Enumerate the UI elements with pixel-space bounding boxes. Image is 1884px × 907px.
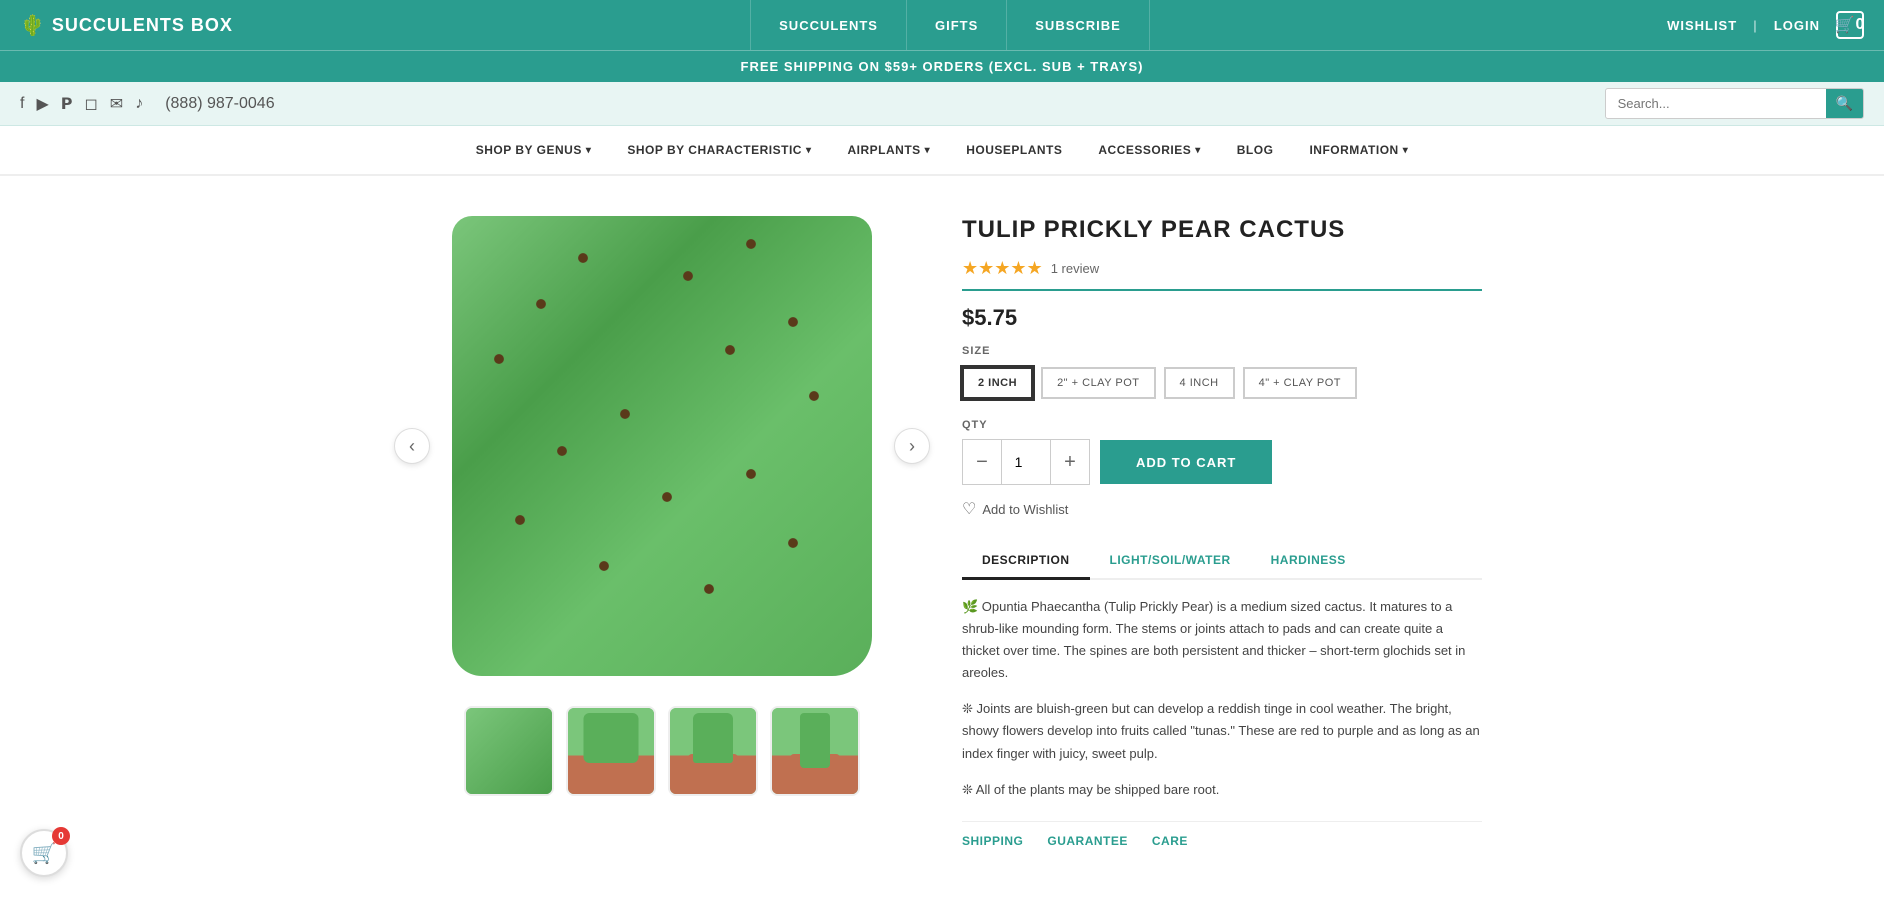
menu-gifts[interactable]: GIFTS — [907, 0, 1007, 50]
chevron-down-icon: ▾ — [586, 145, 592, 156]
instagram-icon[interactable]: ◻ — [85, 94, 98, 114]
rating-divider — [962, 289, 1482, 291]
rating-row: ★★★★★ 1 review — [962, 258, 1482, 279]
size-options: 2 INCH 2" + CLAY POT 4 INCH 4" + CLAY PO… — [962, 367, 1482, 399]
wishlist-link[interactable]: WISHLIST — [1667, 18, 1737, 33]
main-content: ‹ › — [342, 176, 1542, 878]
bottom-tab-shipping[interactable]: SHIPPING — [962, 834, 1023, 848]
tiktok-icon[interactable]: ♪ — [135, 95, 143, 113]
thumbnail-row — [402, 706, 922, 796]
product-price: $5.75 — [962, 305, 1482, 331]
next-image-arrow[interactable]: › — [894, 428, 930, 464]
product-tabs: DESCRIPTION LIGHT/SOIL/WATER HARDINESS — [962, 543, 1482, 580]
main-image-wrapper: ‹ › — [402, 206, 922, 686]
social-icons: f ▶ 𝗣 ◻ ✉ ♪ (888) 987-0046 — [20, 94, 275, 114]
quantity-control: − + — [962, 439, 1090, 485]
sub-navigation: SHOP BY GENUS ▾ SHOP BY CHARACTERISTIC ▾… — [0, 126, 1884, 176]
tab-description[interactable]: DESCRIPTION — [962, 543, 1090, 580]
heart-icon: ♡ — [962, 499, 976, 519]
divider: | — [1753, 18, 1758, 33]
chevron-down-icon: ▾ — [806, 145, 812, 156]
desc-para-2: ❊ Joints are bluish-green but can develo… — [962, 698, 1482, 764]
thumbnail-1[interactable] — [464, 706, 554, 796]
size-option-4inch-clay[interactable]: 4" + CLAY POT — [1243, 367, 1357, 399]
youtube-icon[interactable]: ▶ — [36, 94, 48, 114]
thumbnail-4[interactable] — [770, 706, 860, 796]
prev-image-arrow[interactable]: ‹ — [394, 428, 430, 464]
search-input[interactable] — [1606, 90, 1826, 117]
subnav-shop-by-characteristic[interactable]: SHOP BY CHARACTERISTIC ▾ — [609, 125, 829, 175]
bottom-tab-guarantee[interactable]: GUARANTEE — [1047, 834, 1128, 848]
floating-cart-button[interactable]: 🛒 0 — [20, 829, 68, 877]
product-gallery: ‹ › — [402, 206, 922, 848]
bottom-tab-care[interactable]: CARE — [1152, 834, 1188, 848]
review-count[interactable]: 1 review — [1051, 261, 1099, 276]
floating-cart-icon: 🛒 — [32, 841, 57, 866]
qty-row: − + ADD TO CART — [962, 439, 1482, 485]
wishlist-label: Add to Wishlist — [982, 502, 1068, 517]
chevron-down-icon: ▾ — [925, 145, 931, 156]
chevron-down-icon: ▾ — [1403, 145, 1409, 156]
add-to-cart-button[interactable]: ADD TO CART — [1100, 440, 1272, 484]
top-navigation: 🌵 SUCCULENTS BOX SUCCULENTS GIFTS SUBSCR… — [0, 0, 1884, 50]
subnav-accessories[interactable]: ACCESSORIES ▾ — [1080, 125, 1218, 175]
menu-succulents[interactable]: SUCCULENTS — [750, 0, 907, 50]
main-menu: SUCCULENTS GIFTS SUBSCRIBE — [750, 0, 1150, 50]
tab-light-soil-water[interactable]: LIGHT/SOIL/WATER — [1090, 543, 1251, 580]
phone-number: (888) 987-0046 — [165, 95, 274, 113]
size-option-2inch-clay[interactable]: 2" + CLAY POT — [1041, 367, 1155, 399]
login-link[interactable]: LOGIN — [1774, 18, 1820, 33]
site-logo[interactable]: 🌵 SUCCULENTS BOX — [20, 13, 233, 38]
desc-para-1: 🌿 Opuntia Phaecantha (Tulip Prickly Pear… — [962, 596, 1482, 684]
size-option-4inch[interactable]: 4 INCH — [1164, 367, 1235, 399]
decrease-qty-button[interactable]: − — [963, 440, 1001, 484]
email-icon[interactable]: ✉ — [110, 94, 123, 114]
pinterest-icon[interactable]: 𝗣 — [61, 94, 73, 114]
increase-qty-button[interactable]: + — [1051, 440, 1089, 484]
floating-cart-badge: 0 — [52, 827, 70, 845]
utility-bar: f ▶ 𝗣 ◻ ✉ ♪ (888) 987-0046 🔍 — [0, 82, 1884, 126]
bottom-tabs: SHIPPING GUARANTEE CARE — [962, 821, 1482, 848]
subnav-shop-by-genus[interactable]: SHOP BY GENUS ▾ — [458, 125, 610, 175]
product-details: TULIP PRICKLY PEAR CACTUS ★★★★★ 1 review… — [962, 206, 1482, 848]
size-label: SIZE — [962, 345, 1482, 357]
top-right-actions: WISHLIST | LOGIN 🛒 0 — [1667, 11, 1864, 39]
product-main-image — [452, 216, 872, 676]
tab-hardiness[interactable]: HARDINESS — [1251, 543, 1366, 580]
logo-icon: 🌵 — [20, 13, 46, 38]
star-rating: ★★★★★ — [962, 258, 1043, 279]
cart-icon[interactable]: 🛒 0 — [1836, 11, 1864, 39]
subnav-airplants[interactable]: AIRPLANTS ▾ — [829, 125, 948, 175]
qty-label: QTY — [962, 419, 1482, 431]
description-text: 🌿 Opuntia Phaecantha (Tulip Prickly Pear… — [962, 596, 1482, 801]
subnav-information[interactable]: INFORMATION ▾ — [1291, 125, 1426, 175]
subnav-houseplants[interactable]: HOUSEPLANTS — [948, 125, 1080, 175]
search-button[interactable]: 🔍 — [1826, 89, 1863, 118]
thumbnail-2[interactable] — [566, 706, 656, 796]
product-title: TULIP PRICKLY PEAR CACTUS — [962, 216, 1482, 244]
size-option-2inch[interactable]: 2 INCH — [962, 367, 1033, 399]
logo-text: SUCCULENTS BOX — [52, 15, 233, 36]
promo-bar: FREE SHIPPING ON $59+ ORDERS (EXCL. SUB … — [0, 50, 1884, 82]
promo-text: FREE SHIPPING ON $59+ ORDERS (EXCL. SUB … — [741, 59, 1144, 74]
subnav-blog[interactable]: BLOG — [1219, 125, 1292, 175]
search-bar: 🔍 — [1605, 88, 1864, 119]
menu-subscribe[interactable]: SUBSCRIBE — [1007, 0, 1150, 50]
desc-para-3: ❊ All of the plants may be shipped bare … — [962, 779, 1482, 801]
wishlist-row[interactable]: ♡ Add to Wishlist — [962, 499, 1482, 519]
thumbnail-3[interactable] — [668, 706, 758, 796]
facebook-icon[interactable]: f — [20, 95, 24, 113]
chevron-down-icon: ▾ — [1195, 145, 1201, 156]
quantity-input[interactable] — [1001, 440, 1051, 484]
